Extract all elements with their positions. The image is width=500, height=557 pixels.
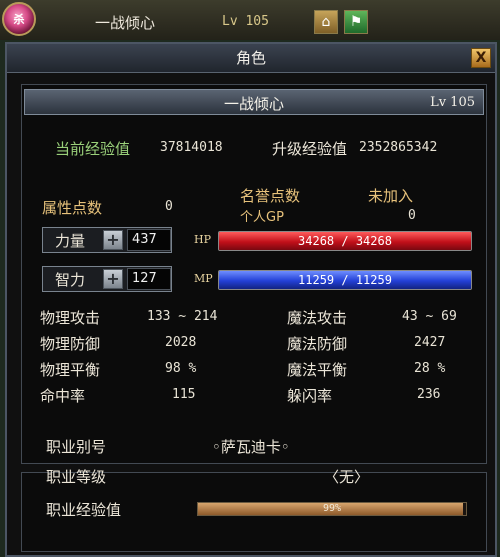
hit-value: 115 xyxy=(172,387,196,402)
job-level-label: 职业等级 xyxy=(46,468,107,486)
top-bar: 杀 一战倾心 Lv 105 ⌂ ⚑ xyxy=(0,0,500,40)
next-exp-label: 升级经验值 xyxy=(272,140,348,158)
phys-bal-label: 物理平衡 xyxy=(40,361,101,379)
orb-glyph: 杀 xyxy=(13,13,25,26)
phys-atk-label: 物理攻击 xyxy=(40,309,101,327)
dodge-value: 236 xyxy=(417,387,441,402)
strength-value: 437 xyxy=(127,229,171,251)
phys-def-value: 2028 xyxy=(165,335,197,350)
hp-bar: 34268 / 34268 xyxy=(218,231,472,251)
attr-points-value: 0 xyxy=(165,199,173,214)
player-level: Lv 105 xyxy=(222,14,269,29)
attr-points-label: 属性点数 xyxy=(42,199,103,217)
mp-value: 11259 / 11259 xyxy=(298,273,392,287)
house-icon[interactable]: ⌂ xyxy=(314,10,338,34)
dodge-label: 躲闪率 xyxy=(287,387,333,405)
job-alias-value: ◦萨瓦迪卡◦ xyxy=(212,438,290,456)
mag-bal-label: 魔法平衡 xyxy=(287,361,348,379)
stats-panel: 一战倾心 Lv 105 当前经验值 37814018 升级经验值 2352865… xyxy=(21,84,487,464)
mag-def-label: 魔法防御 xyxy=(287,335,348,353)
job-level-value: 〈无〉 xyxy=(324,468,370,486)
phys-bal-value: 98 % xyxy=(165,361,197,376)
phys-def-label: 物理防御 xyxy=(40,335,101,353)
status-orb-icon[interactable]: 杀 xyxy=(2,2,36,36)
strength-plus-button[interactable]: + xyxy=(103,230,123,250)
strength-label: 力量 xyxy=(55,232,86,250)
mag-bal-value: 28 % xyxy=(414,361,446,376)
character-name-bar: 一战倾心 Lv 105 xyxy=(24,89,484,115)
mag-def-value: 2427 xyxy=(414,335,446,350)
personal-gp-label: 个人GP xyxy=(240,210,284,225)
job-exp-bar: 99% xyxy=(197,502,467,516)
intellect-value: 127 xyxy=(127,268,171,290)
mag-atk-label: 魔法攻击 xyxy=(287,309,348,327)
hit-label: 命中率 xyxy=(40,387,86,405)
job-alias-label: 职业别号 xyxy=(46,438,107,456)
close-button[interactable]: X xyxy=(471,48,491,68)
player-name: 一战倾心 xyxy=(95,14,156,32)
hp-label: HP xyxy=(194,233,211,246)
flag-icon[interactable]: ⚑ xyxy=(344,10,368,34)
honor-points-label: 名誉点数 xyxy=(240,187,301,205)
job-exp-value: 99% xyxy=(322,503,342,514)
personal-gp-value: 0 xyxy=(408,208,416,223)
intellect-label: 智力 xyxy=(55,271,86,289)
job-exp-label: 职业经验值 xyxy=(46,501,122,519)
character-name: 一战倾心 xyxy=(223,95,284,113)
strength-stat: 力量 + 437 xyxy=(42,227,172,253)
not-joined-label: 未加入 xyxy=(368,187,414,205)
mag-atk-value: 43 ~ 69 xyxy=(402,309,457,324)
current-exp-label: 当前经验值 xyxy=(55,140,131,158)
next-exp-value: 2352865342 xyxy=(359,140,438,155)
mp-bar: 11259 / 11259 xyxy=(218,270,472,290)
character-level: Lv 105 xyxy=(430,95,475,110)
hp-value: 34268 / 34268 xyxy=(298,234,392,248)
current-exp-value: 37814018 xyxy=(160,140,223,155)
window-title: 角色 xyxy=(7,44,495,73)
intellect-stat: 智力 + 127 xyxy=(42,266,172,292)
phys-atk-value: 133 ~ 214 xyxy=(147,309,218,324)
mp-label: MP xyxy=(194,272,213,285)
intellect-plus-button[interactable]: + xyxy=(103,269,123,289)
